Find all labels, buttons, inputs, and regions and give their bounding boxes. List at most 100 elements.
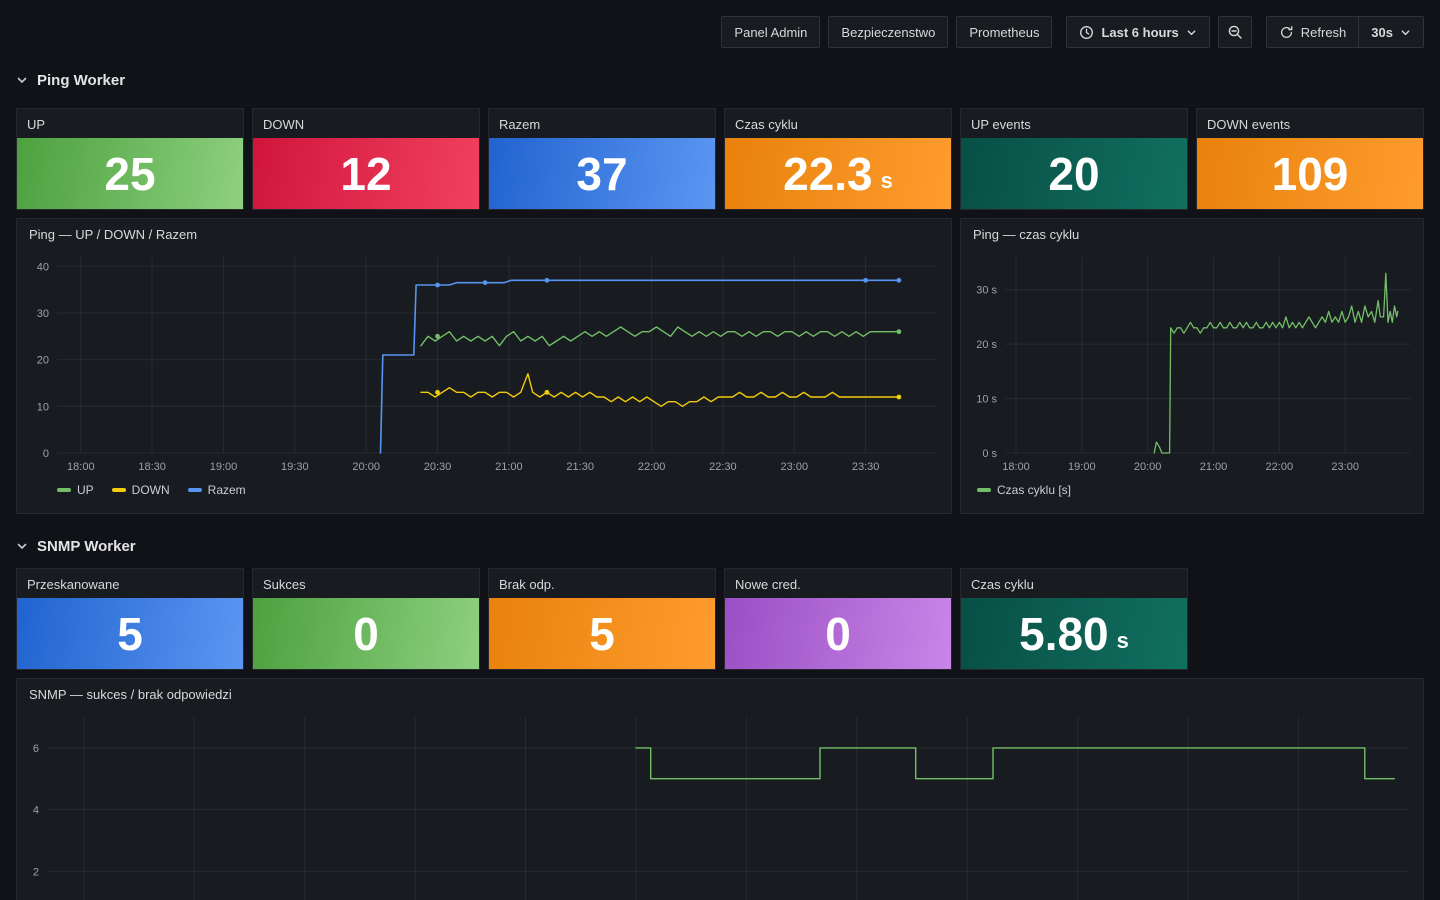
svg-text:20 s: 20 s xyxy=(976,339,997,351)
stat-value: 20 xyxy=(1048,151,1099,197)
svg-text:10: 10 xyxy=(37,401,49,413)
svg-text:20:00: 20:00 xyxy=(352,461,380,473)
stat-title: Brak odp. xyxy=(489,569,715,598)
nav-button-panel-admin[interactable]: Panel Admin xyxy=(721,16,820,48)
ping-cycle-chart[interactable]: 0 s10 s20 s30 s18:0019:0020:0021:0022:00… xyxy=(961,249,1423,479)
stat-value-area: 22.3 s xyxy=(725,138,951,209)
stat-value: 5.80 xyxy=(1019,611,1109,657)
top-toolbar: Panel Admin Bezpieczenstwo Prometheus La… xyxy=(0,0,1440,60)
svg-text:2: 2 xyxy=(33,866,39,878)
stat-value: 37 xyxy=(576,151,627,197)
svg-text:22:00: 22:00 xyxy=(1266,461,1294,473)
svg-text:10 s: 10 s xyxy=(976,394,997,406)
svg-text:20: 20 xyxy=(37,355,49,367)
section-title: Ping Worker xyxy=(37,72,125,89)
legend-swatch xyxy=(977,488,991,492)
stat-value: 109 xyxy=(1272,151,1349,197)
stat-title: Razem xyxy=(489,109,715,138)
section-title: SNMP Worker xyxy=(37,538,136,555)
stat-title: UP xyxy=(17,109,243,138)
stat-value: 22.3 xyxy=(783,151,873,197)
svg-text:23:00: 23:00 xyxy=(781,461,809,473)
svg-text:0: 0 xyxy=(43,448,49,460)
legend-swatch xyxy=(188,488,202,492)
legend-item[interactable]: UP xyxy=(57,483,94,497)
stat-title: DOWN xyxy=(253,109,479,138)
stat-value-area: 0 xyxy=(725,598,951,669)
clock-icon xyxy=(1079,25,1094,40)
ping-updown-chart[interactable]: 01020304018:0018:3019:0019:3020:0020:302… xyxy=(17,249,951,479)
svg-text:20:30: 20:30 xyxy=(424,461,452,473)
zoom-out-button[interactable] xyxy=(1218,16,1252,48)
time-range-picker[interactable]: Last 6 hours xyxy=(1066,16,1209,48)
svg-text:18:30: 18:30 xyxy=(138,461,166,473)
stat-panel-przeskanowane: Przeskanowane 5 xyxy=(16,568,244,670)
section-header-ping-worker[interactable]: Ping Worker xyxy=(16,60,1424,100)
stat-value-area: 20 xyxy=(961,138,1187,209)
stat-title: UP events xyxy=(961,109,1187,138)
refresh-button[interactable]: Refresh xyxy=(1266,16,1360,48)
chevron-down-icon xyxy=(1186,27,1197,38)
legend-label: DOWN xyxy=(132,483,170,497)
section-header-snmp-worker[interactable]: SNMP Worker xyxy=(16,526,1424,566)
panel-ping-updown-chart: Ping — UP / DOWN / Razem 01020304018:001… xyxy=(16,218,952,514)
svg-text:23:00: 23:00 xyxy=(1331,461,1359,473)
stat-panel-down: DOWN 12 xyxy=(252,108,480,210)
stat-value-area: 5.80 s xyxy=(961,598,1187,669)
panel-title: Ping — czas cyklu xyxy=(961,219,1423,249)
stat-panel-sukces: Sukces 0 xyxy=(252,568,480,670)
stat-title: Czas cyklu xyxy=(725,109,951,138)
svg-text:6: 6 xyxy=(33,743,39,755)
nav-button-prometheus[interactable]: Prometheus xyxy=(956,16,1052,48)
stat-panel-czas-cyklu: Czas cyklu 22.3 s xyxy=(724,108,952,210)
stat-title: Nowe cred. xyxy=(725,569,951,598)
refresh-button-group: Refresh 30s xyxy=(1266,16,1424,48)
svg-text:30 s: 30 s xyxy=(976,285,997,297)
svg-text:30: 30 xyxy=(37,308,49,320)
svg-text:22:00: 22:00 xyxy=(638,461,666,473)
legend-item[interactable]: DOWN xyxy=(112,483,170,497)
stat-unit: s xyxy=(1117,614,1129,654)
svg-text:19:00: 19:00 xyxy=(1068,461,1096,473)
zoom-out-icon xyxy=(1227,24,1243,40)
stat-value: 5 xyxy=(589,611,615,657)
snmp-chart[interactable]: 24618:0018:3019:0019:3020:0020:3021:0021… xyxy=(17,709,1423,900)
chevron-down-icon xyxy=(16,74,28,86)
svg-text:22:30: 22:30 xyxy=(709,461,737,473)
chevron-down-icon xyxy=(16,540,28,552)
stat-value-area: 0 xyxy=(253,598,479,669)
stat-value-area: 5 xyxy=(489,598,715,669)
stat-value: 0 xyxy=(825,611,851,657)
stat-value-area: 37 xyxy=(489,138,715,209)
stat-panel-razem: Razem 37 xyxy=(488,108,716,210)
stat-value-area: 25 xyxy=(17,138,243,209)
stat-value: 25 xyxy=(104,151,155,197)
svg-text:21:00: 21:00 xyxy=(495,461,523,473)
ping-charts-row: Ping — UP / DOWN / Razem 01020304018:001… xyxy=(16,218,1424,514)
ping-stat-row: UP 25 DOWN 12 Razem 37 Czas cyklu 22.3 xyxy=(16,108,1424,210)
stat-panel-nowe-cred: Nowe cred. 0 xyxy=(724,568,952,670)
stat-value-area: 109 xyxy=(1197,138,1423,209)
stat-panel-snmp-czas-cyklu: Czas cyklu 5.80 s xyxy=(960,568,1188,670)
stat-value: 0 xyxy=(353,611,379,657)
refresh-icon xyxy=(1279,25,1294,40)
snmp-stat-row: Przeskanowane 5 Sukces 0 Brak odp. 5 Now… xyxy=(16,568,1424,670)
legend-item[interactable]: Czas cyklu [s] xyxy=(977,483,1071,497)
svg-text:21:30: 21:30 xyxy=(566,461,594,473)
panel-title: SNMP — sukces / brak odpowiedzi xyxy=(17,679,1423,709)
panel-ping-cycle-chart: Ping — czas cyklu 0 s10 s20 s30 s18:0019… xyxy=(960,218,1424,514)
legend-item[interactable]: Razem xyxy=(188,483,246,497)
time-range-label: Last 6 hours xyxy=(1101,25,1178,40)
svg-text:4: 4 xyxy=(33,805,39,817)
legend-label: UP xyxy=(77,483,94,497)
svg-text:40: 40 xyxy=(37,261,49,273)
stat-panel-up: UP 25 xyxy=(16,108,244,210)
svg-text:21:00: 21:00 xyxy=(1200,461,1228,473)
stat-value: 5 xyxy=(117,611,143,657)
refresh-interval-dropdown[interactable]: 30s xyxy=(1359,16,1424,48)
legend-label: Razem xyxy=(208,483,246,497)
stat-value: 12 xyxy=(340,151,391,197)
svg-text:20:00: 20:00 xyxy=(1134,461,1162,473)
nav-button-bezpieczenstwo[interactable]: Bezpieczenstwo xyxy=(828,16,948,48)
dashboard-content: Ping Worker UP 25 DOWN 12 Razem 37 Czas … xyxy=(0,60,1440,900)
